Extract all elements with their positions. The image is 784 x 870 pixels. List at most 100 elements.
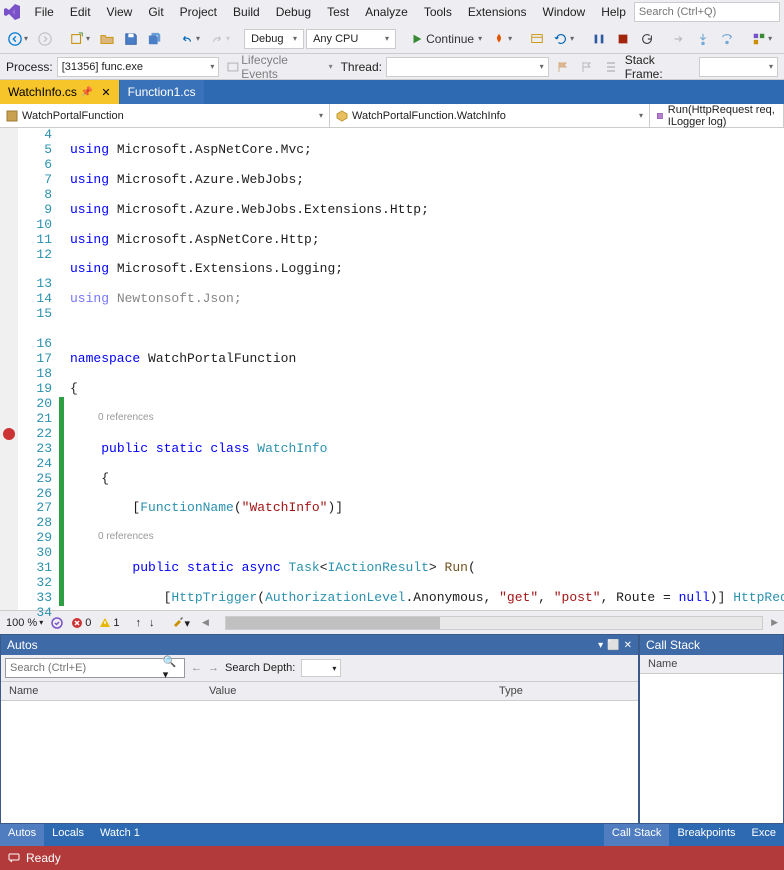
stop-button[interactable] [612,30,634,48]
stackframe-dropdown[interactable]: ▾ [699,57,778,77]
nav-down-icon[interactable]: ↓ [149,617,155,629]
autos-search[interactable]: 🔍▾ [5,658,185,678]
warning-count[interactable]: 1 [99,617,119,629]
col-type[interactable]: Type [499,685,630,697]
nav-fwd-icon[interactable]: → [208,662,219,674]
process-dropdown[interactable]: [31356] func.exe▾ [57,57,220,77]
col-name[interactable]: Name [9,685,209,697]
feedback-icon[interactable] [8,852,20,864]
depth-dropdown[interactable]: ▾ [301,659,341,677]
flag2-icon[interactable] [577,59,597,75]
menu-file[interactable]: File [27,2,62,22]
save-button[interactable] [120,30,142,48]
menu-bar: File Edit View Git Project Build Debug T… [0,0,784,24]
nav-class[interactable]: WatchPortalFunction.WatchInfo▾ [330,104,650,127]
menu-edit[interactable]: Edit [62,2,99,22]
btab-watch1[interactable]: Watch 1 [92,824,148,846]
vs-logo-icon [4,2,21,22]
thread-label: Thread: [341,60,382,74]
error-count[interactable]: 0 [71,617,91,629]
autos-body[interactable] [1,701,638,823]
callstack-title-bar[interactable]: Call Stack [640,635,783,655]
callstack-headers: Name [640,655,783,674]
save-all-button[interactable] [144,30,166,48]
breakpoint-icon[interactable] [3,428,15,440]
breakpoint-gutter[interactable] [0,128,18,610]
btab-exception[interactable]: Exce [744,824,784,846]
swap-icon[interactable] [778,30,784,48]
tools-icon[interactable]: ▾ [748,30,776,48]
code-area[interactable]: using Microsoft.AspNetCore.Mvc; using Mi… [66,128,784,610]
menu-extensions[interactable]: Extensions [460,2,535,22]
autos-headers: Name Value Type [1,682,638,701]
health-icon[interactable] [51,617,63,629]
bottom-panels: Autos ▾⬜✕ 🔍▾ ← → Search Depth: ▾ Name Va… [0,634,784,824]
menu-test[interactable]: Test [319,2,357,22]
nav-method[interactable]: Run(HttpRequest req, ILogger log) [650,104,784,127]
codelens-refs[interactable]: 0 references [70,412,784,427]
continue-button[interactable]: Continue▾ [406,30,486,48]
menu-window[interactable]: Window [535,2,594,22]
restart-button[interactable] [636,30,658,48]
btab-locals[interactable]: Locals [44,824,92,846]
search-icon[interactable]: 🔍▾ [163,655,180,681]
nav-scope[interactable]: WatchPortalFunction▾ [0,104,330,127]
open-file-button[interactable] [96,30,118,48]
redo-button[interactable]: ▾ [206,30,234,48]
col-value[interactable]: Value [209,685,499,697]
threads-icon[interactable] [601,59,621,75]
change-margin [58,128,66,610]
menu-view[interactable]: View [99,2,141,22]
stackframe-label: Stack Frame: [625,53,695,81]
code-editor[interactable]: 456789 101112 1314 15 16171819 202122232… [0,128,784,610]
search-input[interactable] [639,6,775,18]
tab-function1[interactable]: Function1.cs [120,80,205,104]
menu-analyze[interactable]: Analyze [357,2,416,22]
close-panel-icon[interactable]: ✕ [624,640,632,651]
nav-back-button[interactable]: ▾ [4,30,32,48]
callstack-body[interactable] [640,674,783,823]
code-nav-bar: WatchPortalFunction▾ WatchPortalFunction… [0,104,784,128]
menu-help[interactable]: Help [593,2,634,22]
menu-project[interactable]: Project [172,2,225,22]
step-over-button[interactable] [716,30,738,48]
autos-title-bar[interactable]: Autos ▾⬜✕ [1,635,638,655]
hot-reload-button[interactable]: ▾ [488,30,516,48]
platform-dropdown[interactable]: Any CPU▾ [306,29,396,49]
horizontal-scrollbar[interactable] [225,616,763,630]
show-next-button[interactable] [668,30,690,48]
pin-icon[interactable]: ⬜ [607,640,619,651]
autos-toolbar: 🔍▾ ← → Search Depth: ▾ [1,655,638,682]
undo-button[interactable]: ▾ [176,30,204,48]
nav-forward-button[interactable] [34,30,56,48]
callstack-col-name[interactable]: Name [648,658,677,670]
browser-link-button[interactable] [526,30,548,48]
nav-up-icon[interactable]: ↑ [135,617,141,629]
menu-tools[interactable]: Tools [416,2,460,22]
close-tab-icon[interactable]: ✕ [101,86,110,99]
btab-breakpoints[interactable]: Breakpoints [669,824,743,846]
new-project-button[interactable]: ▾ [66,30,94,48]
menu-debug[interactable]: Debug [268,2,319,22]
tab-watchinfo[interactable]: WatchInfo.cs 📌 ✕ [0,80,120,104]
nav-back-icon[interactable]: ← [191,662,202,674]
menu-git[interactable]: Git [140,2,171,22]
dropdown-icon[interactable]: ▾ [598,640,603,651]
search-box[interactable] [634,2,780,22]
btab-autos[interactable]: Autos [0,824,44,846]
break-all-button[interactable] [588,30,610,48]
refresh-button[interactable]: ▾ [550,30,578,48]
pin-icon[interactable]: 📌 [81,87,93,98]
search-depth-label: Search Depth: [225,662,295,674]
lifecycle-events-button[interactable]: Lifecycle Events▾ [223,51,336,83]
menu-build[interactable]: Build [225,2,268,22]
config-dropdown[interactable]: Debug▾ [244,29,304,49]
step-into-button[interactable] [692,30,714,48]
flag-icon[interactable] [553,59,573,75]
codelens-refs2[interactable]: 0 references [70,531,784,546]
process-label: Process: [6,60,53,74]
brush-icon[interactable]: ▾ [172,615,190,630]
btab-callstack[interactable]: Call Stack [604,824,670,846]
thread-dropdown[interactable]: ▾ [386,57,549,77]
line-number-gutter: 456789 101112 1314 15 16171819 202122232… [18,128,58,610]
